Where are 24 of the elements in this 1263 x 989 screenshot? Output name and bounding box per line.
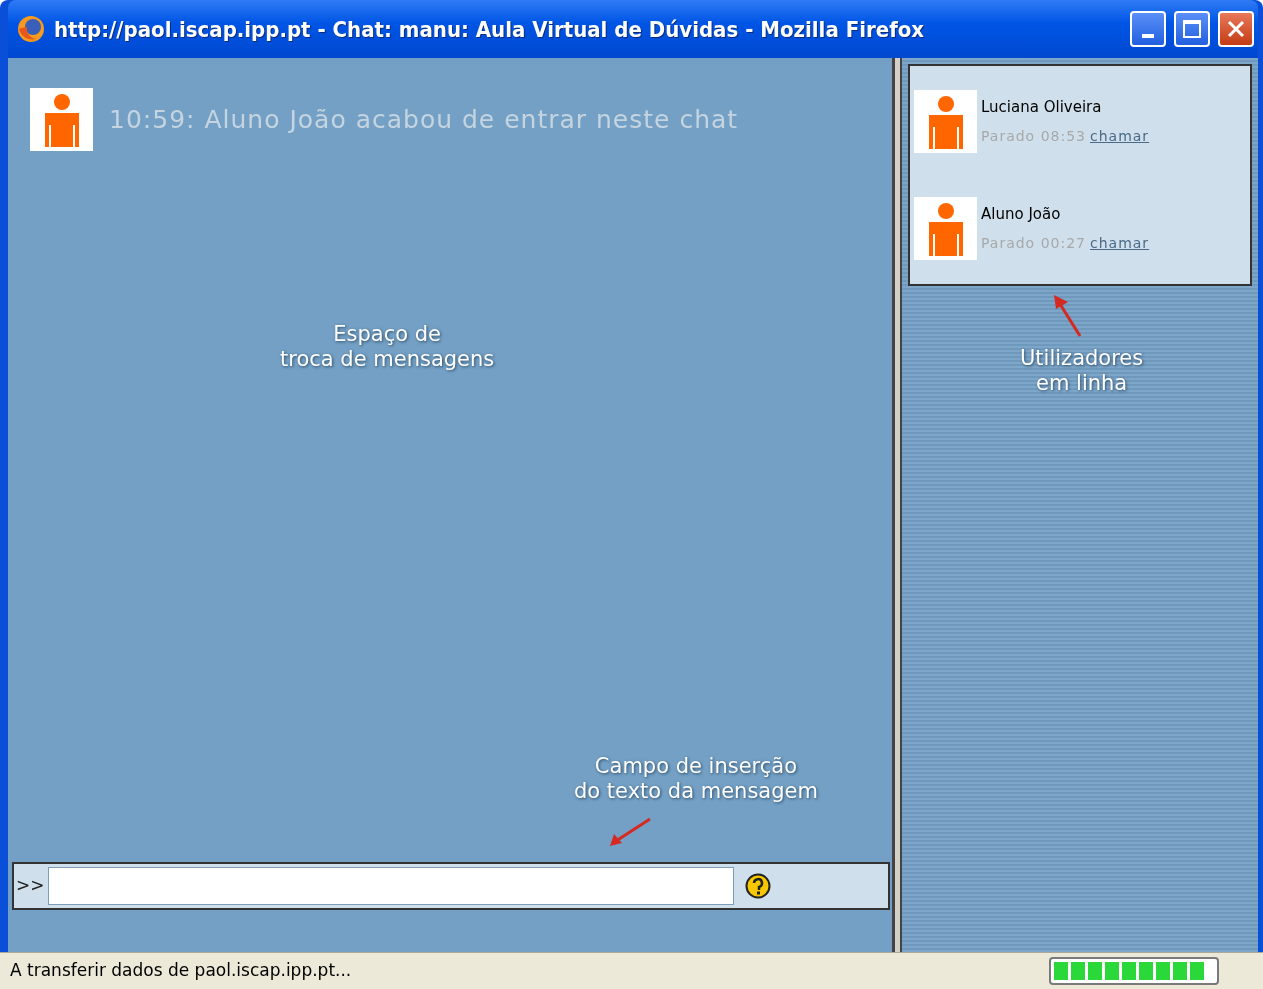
status-text: A transferir dados de paol.iscap.ipp.pt... [10, 959, 353, 983]
minimize-button[interactable] [1130, 11, 1166, 47]
user-status: Parado 08:53 [981, 127, 1086, 147]
help-icon [744, 873, 771, 899]
call-link[interactable]: chamar [1090, 233, 1150, 255]
maximize-button[interactable] [1174, 11, 1210, 47]
user-name: Luciana Oliveira [981, 96, 1103, 118]
help-button[interactable] [744, 873, 771, 899]
message-input-field[interactable] [47, 867, 734, 905]
prompt-text: >> [16, 874, 45, 898]
maximize-icon [1182, 19, 1202, 39]
call-link[interactable]: chamar [1090, 126, 1150, 148]
annotation-text: Utilizadores em linha [1020, 346, 1144, 396]
close-icon [1226, 19, 1246, 39]
arrow-icon [608, 816, 652, 848]
minimize-icon [1142, 34, 1154, 38]
close-button[interactable] [1218, 11, 1254, 47]
browser-icon [16, 14, 46, 44]
chat-message: 10:59: Aluno João acabou de entrar neste chat [109, 103, 739, 136]
annotation-text: Campo de inserção do texto da mensagem [574, 754, 818, 804]
user-name: Aluno João [981, 203, 1062, 225]
window-title: http://paol.iscap.ipp.pt - Chat: manu: Aula Virtual de Dúvidas - Mozilla Firefox [54, 15, 926, 44]
annotation-text: Espaço de troca de mensagens [280, 322, 495, 372]
user-status: Parado 00:27 [981, 234, 1086, 254]
